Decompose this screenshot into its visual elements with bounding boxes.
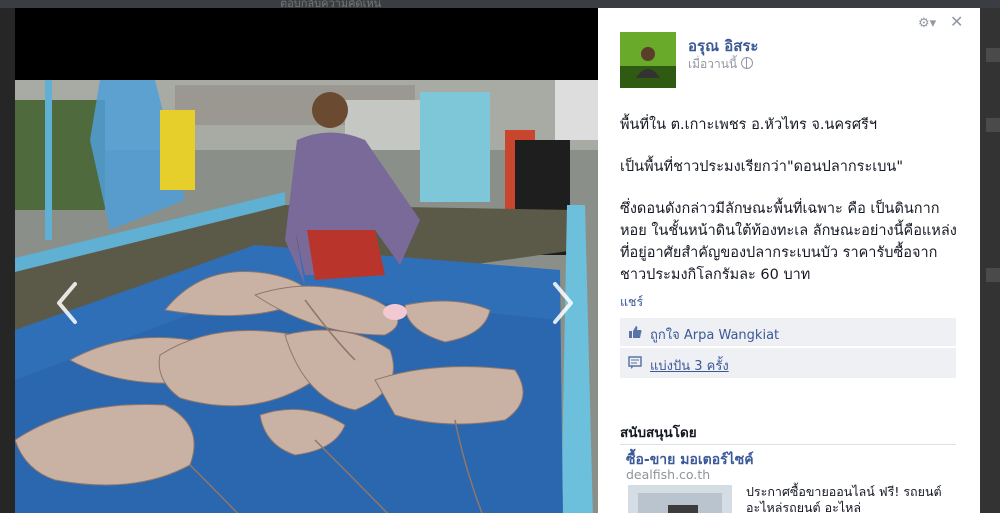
shares-text[interactable]: แบ่งปัน 3 ครั้ง <box>650 355 729 376</box>
ad-text: ประกาศซื้อขายออนไลน์ ฟรี! รถยนต์ อะไหล่ร… <box>746 484 942 513</box>
likes-prefix: ถูกใจ <box>650 328 680 343</box>
background-left-strip <box>0 8 15 513</box>
thumbs-up-icon <box>629 326 642 338</box>
post-time-label: เมื่อวานนี้ <box>688 57 738 71</box>
post-paragraph: เป็นพื้นที่ชาวประมงเรียกว่า"ดอนปลากระเบน… <box>620 159 903 175</box>
chevron-right-icon[interactable] <box>547 278 577 328</box>
post-paragraph: ซึ่งดอนดังกล่าวมีลักษณะพื้นที่เฉพาะ คือ … <box>620 201 957 283</box>
share-icon <box>628 356 642 369</box>
likes-name[interactable]: Arpa Wangkiat <box>684 328 779 343</box>
stingray-photo <box>15 80 598 513</box>
chevron-left-icon[interactable] <box>53 278 83 328</box>
background-page-bar: ตอบกลับความคิดเห็น <box>0 0 1000 10</box>
avatar[interactable] <box>620 32 676 88</box>
close-icon[interactable]: ✕ <box>950 12 963 31</box>
globe-icon <box>741 57 754 69</box>
photo-stage <box>15 8 598 513</box>
likes-text[interactable]: ถูกใจ Arpa Wangkiat <box>650 324 779 345</box>
gear-icon[interactable]: ⚙▾ <box>918 16 936 31</box>
post-time[interactable]: เมื่อวานนี้ <box>688 55 754 74</box>
post-detail-panel: อรุณ อิสระ เมื่อวานนี้ ⚙▾ ✕ พื้นที่ใน ต.… <box>598 8 980 513</box>
share-link[interactable]: แชร์ <box>620 292 643 312</box>
sponsored-heading: สนับสนุนโดย <box>620 425 697 441</box>
likes-box: ถูกใจ Arpa Wangkiat <box>620 318 956 346</box>
shares-box: แบ่งปัน 3 ครั้ง <box>620 348 956 378</box>
ad-domain: dealfish.co.th <box>626 467 711 482</box>
ad-image[interactable] <box>628 485 732 513</box>
post-body: พื้นที่ใน ต.เกาะเพชร อ.หัวไทร จ.นครศรีฯ … <box>620 114 960 286</box>
background-right-strip <box>980 8 1000 513</box>
post-paragraph: พื้นที่ใน ต.เกาะเพชร อ.หัวไทร จ.นครศรีฯ <box>620 117 877 133</box>
divider <box>620 444 956 445</box>
